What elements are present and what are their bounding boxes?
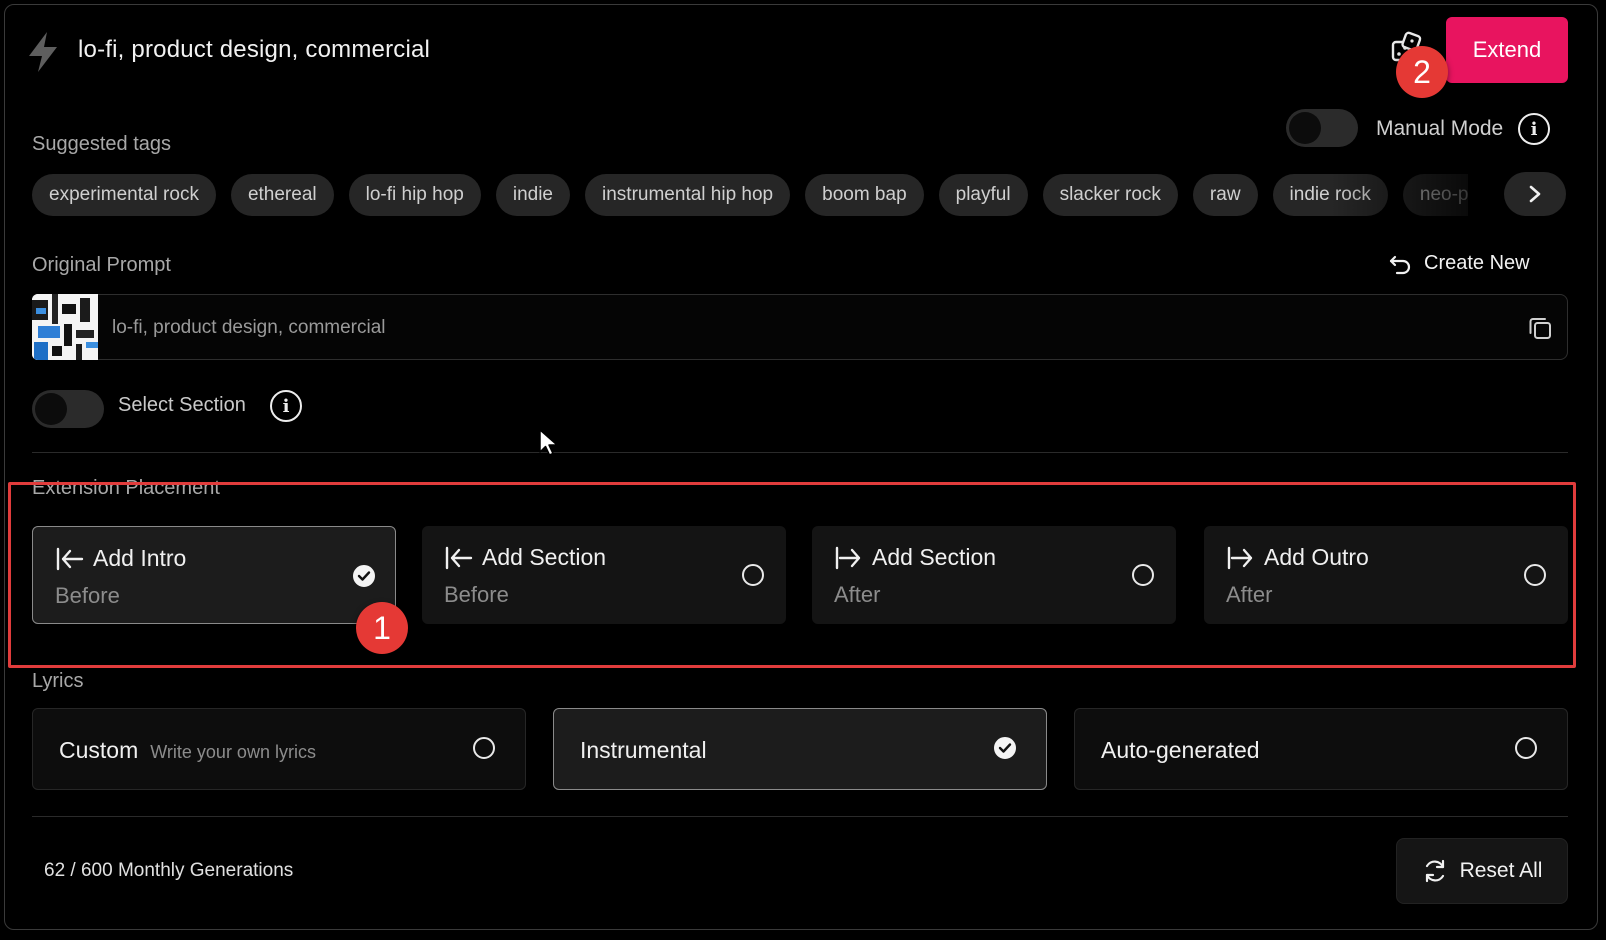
lyrics-option-title: Instrumental (580, 737, 707, 763)
divider (32, 816, 1568, 817)
manual-mode-toggle[interactable] (1286, 109, 1358, 147)
lyrics-label: Lyrics (32, 670, 84, 692)
tag-chip[interactable]: ethereal (230, 174, 334, 216)
placement-title: Add Outro (1226, 544, 1369, 571)
lyrics-option-hint: Write your own lyrics (150, 742, 316, 762)
tag-chip[interactable]: experimental rock (32, 174, 216, 216)
placement-subtitle: After (1226, 582, 1273, 607)
create-new-button[interactable]: Create New (1388, 252, 1530, 275)
placement-subtitle: Before (55, 583, 120, 608)
song-title: lo-fi, product design, commercial (78, 36, 431, 63)
tag-chip[interactable]: playful (938, 174, 1028, 216)
reset-all-label: Reset All (1459, 859, 1543, 882)
tag-chip[interactable]: instrumental hip hop (585, 174, 791, 216)
step-badge-2: 2 (1396, 46, 1448, 98)
tags-next-button[interactable] (1504, 172, 1566, 216)
toggle-knob (35, 393, 67, 425)
chevron-right-icon (1529, 185, 1541, 203)
placement-title: Add Section (834, 544, 996, 571)
radio-unchecked[interactable] (742, 564, 764, 586)
radio-unchecked[interactable] (1524, 564, 1546, 586)
arrow-right-from-bar-icon (835, 546, 861, 569)
suggested-tags-label: Suggested tags (32, 133, 171, 155)
tag-chip[interactable]: slacker rock (1042, 174, 1178, 216)
radio-unchecked[interactable] (473, 737, 495, 759)
original-prompt-text: lo-fi, product design, commercial (112, 317, 386, 338)
lyrics-option-custom[interactable]: Custom Write your own lyrics (32, 708, 526, 790)
select-section-toggle[interactable] (32, 390, 104, 428)
lyrics-option-text: Auto-generated (1101, 737, 1260, 764)
extend-panel (4, 4, 1598, 930)
placement-title-text: Add Outro (1264, 544, 1369, 570)
placement-option-add-section-after[interactable]: Add Section After (812, 526, 1176, 624)
placement-title-text: Add Section (872, 544, 997, 570)
manual-mode-info-icon[interactable]: i (1518, 113, 1550, 145)
placement-option-add-section-before[interactable]: Add Section Before (422, 526, 786, 624)
refresh-icon (1425, 859, 1444, 883)
radio-checked[interactable] (353, 565, 375, 587)
lyrics-option-title: Auto-generated (1101, 737, 1260, 763)
step-badge-1: 1 (356, 602, 408, 654)
reset-all-button[interactable]: Reset All (1396, 838, 1568, 904)
toggle-knob (1289, 112, 1321, 144)
tag-chip[interactable]: boom bap (805, 174, 924, 216)
monthly-generations-count: 62 / 600 Monthly Generations (44, 860, 294, 881)
placement-title-text: Add Intro (93, 545, 187, 571)
original-prompt-label: Original Prompt (32, 254, 171, 276)
divider (32, 452, 1568, 453)
tag-chip[interactable]: indie rock (1272, 174, 1388, 216)
tag-chip[interactable]: neo-psychedelia (1402, 174, 1468, 216)
radio-unchecked[interactable] (1132, 564, 1154, 586)
arrow-right-from-bar-icon (1227, 546, 1253, 569)
original-prompt-field[interactable]: lo-fi, product design, commercial (98, 294, 1568, 360)
lyrics-option-title: Custom (59, 737, 139, 763)
manual-mode-label: Manual Mode (1376, 117, 1504, 140)
placement-option-add-outro[interactable]: Add Outro After (1204, 526, 1568, 624)
extend-button[interactable]: Extend (1446, 17, 1568, 83)
tag-chip[interactable]: raw (1192, 174, 1258, 216)
create-new-label: Create New (1424, 252, 1530, 274)
lyrics-option-text: Custom Write your own lyrics (59, 737, 316, 764)
placement-option-add-intro[interactable]: Add Intro Before (32, 526, 396, 624)
lyrics-option-instrumental[interactable]: Instrumental (553, 708, 1047, 790)
undo-icon (1389, 255, 1411, 274)
lyrics-option-auto-generated[interactable]: Auto-generated (1074, 708, 1568, 790)
arrow-left-to-bar-icon (56, 547, 84, 570)
tag-chip[interactable]: indie (495, 174, 571, 216)
select-section-label: Select Section (118, 394, 246, 416)
placement-title: Add Intro (55, 545, 186, 572)
placement-title: Add Section (444, 544, 606, 571)
copy-icon[interactable] (1527, 315, 1553, 341)
song-cover-thumbnail (32, 294, 98, 360)
placement-subtitle: After (834, 582, 881, 607)
placement-title-text: Add Section (482, 544, 607, 570)
select-section-info-icon[interactable]: i (270, 390, 302, 422)
placement-subtitle: Before (444, 582, 509, 607)
mouse-cursor-icon (539, 429, 558, 456)
check-icon (357, 571, 371, 581)
tag-chip[interactable]: lo-fi hip hop (348, 174, 481, 216)
radio-unchecked[interactable] (1515, 737, 1537, 759)
lyrics-option-text: Instrumental (580, 737, 707, 764)
check-icon (998, 743, 1012, 753)
bolt-icon (29, 32, 57, 72)
suggested-tags-list: experimental rock ethereal lo-fi hip hop… (32, 174, 1468, 218)
radio-checked[interactable] (994, 737, 1016, 759)
arrow-left-to-bar-icon (445, 546, 473, 569)
